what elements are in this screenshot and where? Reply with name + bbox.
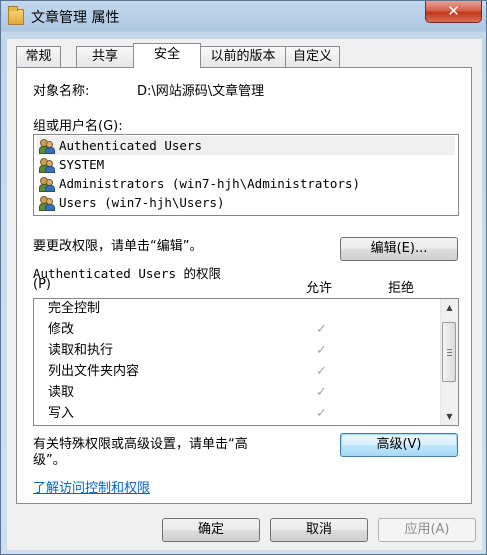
user-group-icon (39, 158, 55, 173)
tab-general[interactable]: 常规 (16, 46, 61, 67)
tab-security[interactable]: 安全 (133, 43, 201, 68)
list-item-label: Authenticated Users (59, 138, 202, 153)
permissions-title: Authenticated Users 的权限 (33, 266, 222, 281)
cancel-button[interactable]: 取消 (270, 518, 368, 542)
window-title: 文章管理 属性 (31, 10, 120, 26)
deny-column-header: 拒绝 (388, 281, 415, 296)
list-item[interactable]: Administrators (win7-hjh\Administrators) (37, 174, 455, 193)
list-item-label: Administrators (win7-hjh\Administrators) (59, 176, 361, 191)
permission-row: 读取和执行 ✓ (34, 340, 439, 361)
allow-check-icon: ✓ (316, 343, 327, 358)
user-group-icon (39, 139, 55, 154)
apply-button[interactable]: 应用(A) (378, 518, 476, 542)
dialog-body: 常规 共享 安全 以前的版本 自定义 对象名称: D:\网站源码\文章管理 组或… (7, 39, 482, 550)
advanced-button[interactable]: 高级(V) (340, 433, 458, 457)
advanced-hint-line2: 级”。 (33, 453, 66, 468)
permission-name: 修改 (48, 322, 75, 337)
object-name-value: D:\网站源码\文章管理 (137, 84, 265, 99)
permission-name: 完全控制 (48, 301, 101, 316)
permission-name: 读取和执行 (48, 343, 114, 358)
edit-button[interactable]: 编辑(E)... (340, 237, 458, 261)
list-item-label: SYSTEM (59, 157, 105, 172)
object-name-label: 对象名称: (33, 84, 90, 99)
allow-check-icon: ✓ (316, 322, 327, 337)
list-item-label: Users (win7-hjh\Users) (59, 195, 225, 210)
groups-label: 组或用户名(G): (33, 119, 123, 134)
allow-column-header: 允许 (306, 281, 333, 296)
allow-check-icon: ✓ (316, 406, 327, 421)
permissions-scrollbar[interactable]: ▲ ▼ (440, 299, 458, 425)
properties-window: 文章管理 属性 ✕ 常规 共享 安全 以前的版本 自定义 对象名称: D:\网站… (0, 0, 487, 555)
tab-customize[interactable]: 自定义 (285, 46, 340, 67)
tab-previous-versions[interactable]: 以前的版本 (200, 46, 286, 67)
permission-row: 修改 ✓ (34, 319, 439, 340)
permission-row: 读取 ✓ (34, 382, 439, 403)
permission-name: 写入 (48, 406, 75, 421)
security-tab-page: 对象名称: D:\网站源码\文章管理 组或用户名(G): Authenticat… (16, 67, 472, 504)
folder-icon (8, 6, 24, 25)
permission-row: 写入 ✓ (34, 403, 439, 424)
edit-hint: 要更改权限，请单击“编辑”。 (33, 239, 203, 254)
permission-name: 列出文件夹内容 (48, 364, 140, 379)
list-item[interactable]: Users (win7-hjh\Users) (37, 193, 455, 212)
groups-listbox[interactable]: Authenticated Users SYSTEM Administrator… (33, 134, 459, 216)
scroll-up-icon[interactable]: ▲ (441, 299, 458, 316)
permissions-title-accesskey: (P) (33, 277, 51, 292)
list-item[interactable]: SYSTEM (37, 155, 455, 174)
user-group-icon (39, 196, 55, 211)
allow-check-icon: ✓ (316, 364, 327, 379)
tab-sharing[interactable]: 共享 (76, 46, 134, 67)
user-group-icon (39, 177, 55, 192)
permission-row: 列出文件夹内容 ✓ (34, 361, 439, 382)
permissions-list[interactable]: 完全控制 修改 ✓ 读取和执行 ✓ 列出文件夹内容 ✓ 读取 ✓ 写入 ✓ ▲ … (33, 298, 459, 426)
close-button[interactable]: ✕ (425, 1, 482, 23)
title-bar[interactable]: 文章管理 属性 ✕ (1, 1, 486, 33)
permission-row: 完全控制 (34, 299, 439, 319)
scroll-down-icon[interactable]: ▼ (441, 408, 458, 425)
list-item[interactable]: Authenticated Users (37, 136, 455, 155)
allow-check-icon: ✓ (316, 385, 327, 400)
permission-name: 读取 (48, 385, 75, 400)
learn-access-control-link[interactable]: 了解访问控制和权限 (33, 477, 150, 496)
scroll-thumb[interactable] (442, 322, 456, 382)
ok-button[interactable]: 确定 (162, 518, 260, 542)
